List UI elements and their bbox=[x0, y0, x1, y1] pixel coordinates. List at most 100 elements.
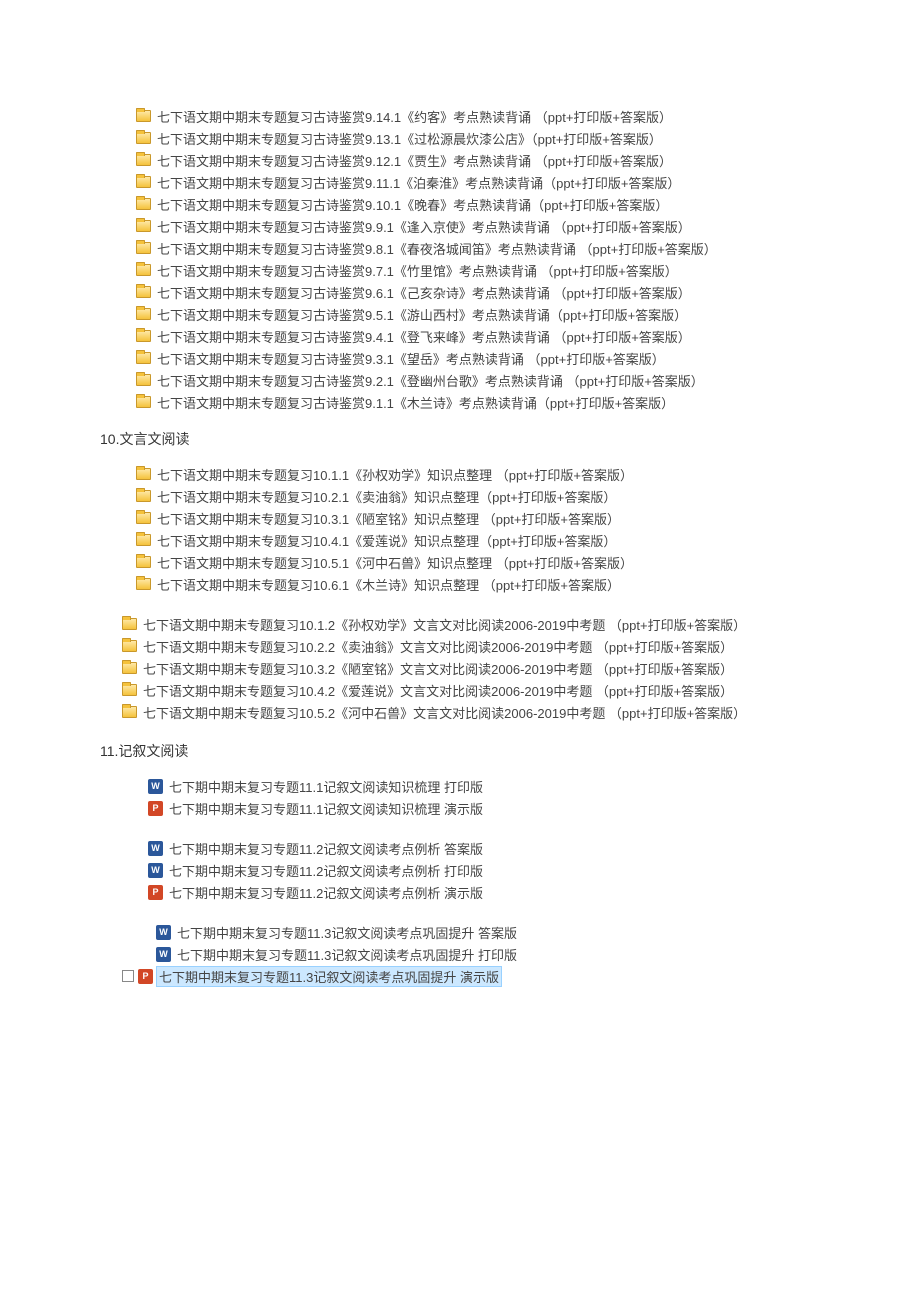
heading-10: 10.文言文阅读 bbox=[0, 429, 920, 449]
folder-item[interactable]: 七下语文期中期末专题复习古诗鉴赏9.4.1《登飞来峰》考点熟读背诵 （ppt+打… bbox=[0, 325, 920, 347]
folder-icon bbox=[136, 578, 151, 590]
powerpoint-icon: P bbox=[148, 801, 163, 816]
powerpoint-icon: P bbox=[138, 969, 153, 984]
folder-item[interactable]: 七下语文期中期末专题复习古诗鉴赏9.10.1《晚春》考点熟读背诵（ppt+打印版… bbox=[0, 193, 920, 215]
heading-11: 11.记叙文阅读 bbox=[0, 741, 920, 761]
folder-item[interactable]: 七下语文期中期末专题复习10.1.2《孙权劝学》文言文对比阅读2006-2019… bbox=[0, 613, 920, 635]
file-name: 七下语文期中期末专题复习10.3.1《陋室铭》知识点整理 （ppt+打印版+答案… bbox=[157, 509, 620, 528]
folder-item[interactable]: 七下语文期中期末专题复习10.3.1《陋室铭》知识点整理 （ppt+打印版+答案… bbox=[0, 507, 920, 529]
file-item[interactable]: W七下期中期末复习专题11.2记叙文阅读考点例析 答案版 bbox=[0, 837, 920, 859]
file-name: 七下语文期中期末专题复习古诗鉴赏9.11.1《泊秦淮》考点熟读背诵（ppt+打印… bbox=[157, 173, 680, 192]
section-11c-list: W 七下期中期末复习专题11.3记叙文阅读考点巩固提升 答案版 W 七下期中期末复习… bbox=[0, 921, 920, 987]
file-name: 七下语文期中期末专题复习古诗鉴赏9.14.1《约客》考点熟读背诵 （ppt+打印… bbox=[157, 107, 672, 126]
file-item[interactable]: P 七下期中期末复习专题11.2记叙文阅读考点例析 演示版 bbox=[0, 881, 920, 903]
folder-item[interactable]: 七下语文期中期末专题复习古诗鉴赏9.14.1《约客》考点熟读背诵 （ppt+打印… bbox=[0, 105, 920, 127]
file-name: 七下语文期中期末专题复习10.6.1《木兰诗》知识点整理 （ppt+打印版+答案… bbox=[157, 575, 620, 594]
folder-item[interactable]: 七下语文期中期末专题复习10.1.1《孙权劝学》知识点整理 （ppt+打印版+答… bbox=[0, 463, 920, 485]
file-name: 七下语文期中期末专题复习古诗鉴赏9.3.1《望岳》考点熟读背诵 （ppt+打印版… bbox=[157, 349, 665, 368]
folder-item[interactable]: 七下语文期中期末专题复习古诗鉴赏9.6.1《己亥杂诗》考点熟读背诵 （ppt+打… bbox=[0, 281, 920, 303]
folder-item[interactable]: 七下语文期中期末专题复习古诗鉴赏9.3.1《望岳》考点熟读背诵 （ppt+打印版… bbox=[0, 347, 920, 369]
word-doc-icon: W bbox=[156, 947, 171, 962]
file-name: 七下语文期中期末专题复习10.5.2《河中石兽》文言文对比阅读2006-2019… bbox=[143, 703, 746, 722]
file-name: 七下语文期中期末专题复习10.1.1《孙权劝学》知识点整理 （ppt+打印版+答… bbox=[157, 465, 633, 484]
folder-icon bbox=[136, 198, 151, 210]
folder-icon bbox=[122, 662, 137, 674]
folder-icon bbox=[136, 396, 151, 408]
folder-icon bbox=[136, 490, 151, 502]
folder-icon bbox=[136, 264, 151, 276]
folder-icon bbox=[122, 618, 137, 630]
folder-icon bbox=[136, 352, 151, 364]
file-item[interactable]: W 七下期中期末复习专题11.3记叙文阅读考点巩固提升 答案版 bbox=[0, 921, 920, 943]
word-doc-icon: W bbox=[156, 925, 171, 940]
folder-icon bbox=[136, 534, 151, 546]
folder-item[interactable]: 七下语文期中期末专题复习10.5.2《河中石兽》文言文对比阅读2006-2019… bbox=[0, 701, 920, 723]
folder-item[interactable]: 七下语文期中期末专题复习10.6.1《木兰诗》知识点整理 （ppt+打印版+答案… bbox=[0, 573, 920, 595]
section-10a-list: 七下语文期中期末专题复习10.1.1《孙权劝学》知识点整理 （ppt+打印版+答… bbox=[0, 463, 920, 595]
folder-item[interactable]: 七下语文期中期末专题复习10.2.2《卖油翁》文言文对比阅读2006-2019中… bbox=[0, 635, 920, 657]
file-name: 七下语文期中期末专题复习古诗鉴赏9.4.1《登飞来峰》考点熟读背诵 （ppt+打… bbox=[157, 327, 691, 346]
folder-item[interactable]: 七下语文期中期末专题复习10.5.1《河中石兽》知识点整理 （ppt+打印版+答… bbox=[0, 551, 920, 573]
file-name: 七下语文期中期末专题复习古诗鉴赏9.2.1《登幽州台歌》考点熟读背诵 （ppt+… bbox=[157, 371, 704, 390]
folder-item[interactable]: 七下语文期中期末专题复习古诗鉴赏9.7.1《竹里馆》考点熟读背诵 （ppt+打印… bbox=[0, 259, 920, 281]
file-name: 七下语文期中期末专题复习10.4.2《爱莲说》文言文对比阅读2006-2019中… bbox=[143, 681, 733, 700]
folder-item[interactable]: 七下语文期中期末专题复习古诗鉴赏9.12.1《贾生》考点熟读背诵 （ppt+打印… bbox=[0, 149, 920, 171]
folder-item[interactable]: 七下语文期中期末专题复习古诗鉴赏9.1.1《木兰诗》考点熟读背诵（ppt+打印版… bbox=[0, 391, 920, 413]
file-name: 七下期中期末复习专题11.3记叙文阅读考点巩固提升 打印版 bbox=[177, 945, 517, 964]
file-name: 七下语文期中期末专题复习古诗鉴赏9.7.1《竹里馆》考点熟读背诵 （ppt+打印… bbox=[157, 261, 678, 280]
file-name: 七下期中期末复习专题11.2记叙文阅读考点例析 打印版 bbox=[169, 861, 483, 880]
powerpoint-icon: P bbox=[148, 885, 163, 900]
file-name: 七下语文期中期末专题复习古诗鉴赏9.1.1《木兰诗》考点熟读背诵（ppt+打印版… bbox=[157, 393, 674, 412]
section-11a-list: W七下期中期末复习专题11.1记叙文阅读知识梳理 打印版 P 七下期中期末复习专题… bbox=[0, 775, 920, 819]
folder-icon bbox=[136, 330, 151, 342]
checkbox[interactable] bbox=[122, 970, 134, 982]
file-name: 七下期中期末复习专题11.3记叙文阅读考点巩固提升 答案版 bbox=[177, 923, 517, 942]
file-name: 七下期中期末复习专题11.2记叙文阅读考点例析 答案版 bbox=[169, 839, 483, 858]
file-name: 七下语文期中期末专题复习古诗鉴赏9.10.1《晚春》考点熟读背诵（ppt+打印版… bbox=[157, 195, 668, 214]
folder-icon bbox=[136, 242, 151, 254]
file-name: 七下期中期末复习专题11.1记叙文阅读知识梳理 演示版 bbox=[169, 799, 483, 818]
file-item-selected[interactable]: P 七下期中期末复习专题11.3记叙文阅读考点巩固提升 演示版 bbox=[0, 965, 920, 987]
folder-icon bbox=[136, 286, 151, 298]
folder-item[interactable]: 七下语文期中期末专题复习古诗鉴赏9.13.1《过松源晨炊漆公店》（ppt+打印版… bbox=[0, 127, 920, 149]
folder-item[interactable]: 七下语文期中期末专题复习古诗鉴赏9.8.1《春夜洛城闻笛》考点熟读背诵 （ppt… bbox=[0, 237, 920, 259]
file-name: 七下期中期末复习专题11.3记叙文阅读考点巩固提升 演示版 bbox=[157, 967, 501, 986]
folder-item[interactable]: 七下语文期中期末专题复习古诗鉴赏9.9.1《逢入京使》考点熟读背诵 （ppt+打… bbox=[0, 215, 920, 237]
section-9-list: 七下语文期中期末专题复习古诗鉴赏9.14.1《约客》考点熟读背诵 （ppt+打印… bbox=[0, 105, 920, 413]
file-name: 七下语文期中期末专题复习古诗鉴赏9.12.1《贾生》考点熟读背诵 （ppt+打印… bbox=[157, 151, 672, 170]
folder-icon bbox=[136, 556, 151, 568]
folder-item[interactable]: 七下语文期中期末专题复习10.4.1《爱莲说》知识点整理（ppt+打印版+答案版… bbox=[0, 529, 920, 551]
folder-item[interactable]: 七下语文期中期末专题复习10.2.1《卖油翁》知识点整理（ppt+打印版+答案版… bbox=[0, 485, 920, 507]
file-name: 七下语文期中期末专题复习10.2.1《卖油翁》知识点整理（ppt+打印版+答案版… bbox=[157, 487, 616, 506]
folder-item[interactable]: 七下语文期中期末专题复习10.4.2《爱莲说》文言文对比阅读2006-2019中… bbox=[0, 679, 920, 701]
folder-icon bbox=[122, 706, 137, 718]
word-doc-icon: W bbox=[148, 863, 163, 878]
folder-icon bbox=[136, 220, 151, 232]
file-name: 七下语文期中期末专题复习10.3.2《陋室铭》文言文对比阅读2006-2019中… bbox=[143, 659, 733, 678]
folder-icon bbox=[136, 132, 151, 144]
file-item[interactable]: W七下期中期末复习专题11.1记叙文阅读知识梳理 打印版 bbox=[0, 775, 920, 797]
file-item[interactable]: W 七下期中期末复习专题11.2记叙文阅读考点例析 打印版 bbox=[0, 859, 920, 881]
folder-item[interactable]: 七下语文期中期末专题复习10.3.2《陋室铭》文言文对比阅读2006-2019中… bbox=[0, 657, 920, 679]
file-name: 七下语文期中期末专题复习10.4.1《爱莲说》知识点整理（ppt+打印版+答案版… bbox=[157, 531, 616, 550]
file-name: 七下语文期中期末专题复习古诗鉴赏9.9.1《逢入京使》考点熟读背诵 （ppt+打… bbox=[157, 217, 691, 236]
folder-item[interactable]: 七下语文期中期末专题复习古诗鉴赏9.5.1《游山西村》考点熟读背诵（ppt+打印… bbox=[0, 303, 920, 325]
folder-icon bbox=[136, 468, 151, 480]
folder-icon bbox=[122, 640, 137, 652]
folder-item[interactable]: 七下语文期中期末专题复习古诗鉴赏9.11.1《泊秦淮》考点熟读背诵（ppt+打印… bbox=[0, 171, 920, 193]
file-item[interactable]: P 七下期中期末复习专题11.1记叙文阅读知识梳理 演示版 bbox=[0, 797, 920, 819]
file-name: 七下语文期中期末专题复习10.5.1《河中石兽》知识点整理 （ppt+打印版+答… bbox=[157, 553, 633, 572]
folder-icon bbox=[136, 374, 151, 386]
folder-icon bbox=[136, 154, 151, 166]
word-doc-icon: W bbox=[148, 779, 163, 794]
file-name: 七下语文期中期末专题复习古诗鉴赏9.13.1《过松源晨炊漆公店》（ppt+打印版… bbox=[157, 129, 662, 148]
section-10b-list: 七下语文期中期末专题复习10.1.2《孙权劝学》文言文对比阅读2006-2019… bbox=[0, 613, 920, 723]
file-name: 七下期中期末复习专题11.2记叙文阅读考点例析 演示版 bbox=[169, 883, 483, 902]
file-name: 七下语文期中期末专题复习10.2.2《卖油翁》文言文对比阅读2006-2019中… bbox=[143, 637, 733, 656]
folder-icon bbox=[122, 684, 137, 696]
file-item[interactable]: W 七下期中期末复习专题11.3记叙文阅读考点巩固提升 打印版 bbox=[0, 943, 920, 965]
file-name: 七下语文期中期末专题复习古诗鉴赏9.8.1《春夜洛城闻笛》考点熟读背诵 （ppt… bbox=[157, 239, 717, 258]
file-name: 七下语文期中期末专题复习古诗鉴赏9.6.1《己亥杂诗》考点熟读背诵 （ppt+打… bbox=[157, 283, 691, 302]
folder-item[interactable]: 七下语文期中期末专题复习古诗鉴赏9.2.1《登幽州台歌》考点熟读背诵 （ppt+… bbox=[0, 369, 920, 391]
file-name: 七下语文期中期末专题复习10.1.2《孙权劝学》文言文对比阅读2006-2019… bbox=[143, 615, 746, 634]
